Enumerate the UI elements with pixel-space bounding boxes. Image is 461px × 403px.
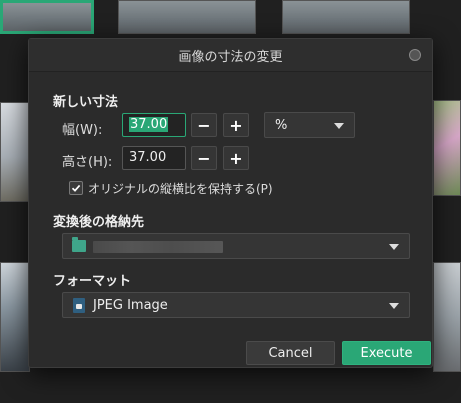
new-size-heading: 新しい寸法: [53, 95, 119, 110]
dropdown-arrow-icon: [389, 244, 399, 250]
unit-dropdown[interactable]: %: [264, 112, 355, 138]
checkmark-icon: [71, 184, 81, 192]
thumbnail[interactable]: [118, 0, 256, 34]
width-decrement-button[interactable]: −: [191, 113, 217, 137]
dialog-title: 画像の寸法の変更: [178, 49, 283, 65]
width-value: 37.00: [129, 117, 169, 132]
close-icon[interactable]: [409, 49, 421, 61]
width-input[interactable]: 37.00: [122, 113, 186, 137]
image-file-icon: [73, 298, 85, 313]
destination-path-redacted: [93, 241, 223, 253]
height-value: 37.00: [129, 150, 167, 165]
thumbnail-selected[interactable]: [0, 0, 94, 34]
height-label: 高さ(H):: [62, 155, 113, 170]
height-decrement-button[interactable]: −: [191, 146, 217, 170]
destination-heading: 変換後の格納先: [53, 215, 145, 230]
thumbnail[interactable]: [0, 102, 30, 202]
folder-icon: [72, 237, 86, 252]
format-value: JPEG Image: [93, 297, 168, 313]
dropdown-arrow-icon: [334, 123, 344, 129]
thumbnail[interactable]: [0, 262, 30, 372]
resize-dialog: 画像の寸法の変更 新しい寸法 幅(W): 37.00 − + % 高さ(H): …: [28, 38, 433, 368]
height-input[interactable]: 37.00: [122, 146, 186, 170]
unit-value: %: [275, 117, 288, 133]
execute-button[interactable]: Execute: [342, 341, 431, 365]
destination-dropdown[interactable]: [62, 233, 410, 259]
keep-aspect-checkbox[interactable]: [69, 181, 83, 195]
format-dropdown[interactable]: JPEG Image: [62, 292, 410, 318]
width-increment-button[interactable]: +: [223, 113, 249, 137]
thumbnail[interactable]: [433, 262, 461, 372]
width-label: 幅(W):: [62, 123, 103, 138]
thumbnail[interactable]: [433, 100, 461, 196]
keep-aspect-label[interactable]: オリジナルの縦横比を保持する(P): [88, 180, 273, 197]
height-increment-button[interactable]: +: [223, 146, 249, 170]
thumbnail[interactable]: [282, 0, 410, 34]
cancel-button[interactable]: Cancel: [246, 341, 335, 365]
dropdown-arrow-icon: [389, 303, 399, 309]
format-heading: フォーマット: [53, 274, 132, 289]
dialog-titlebar: 画像の寸法の変更: [29, 39, 432, 72]
